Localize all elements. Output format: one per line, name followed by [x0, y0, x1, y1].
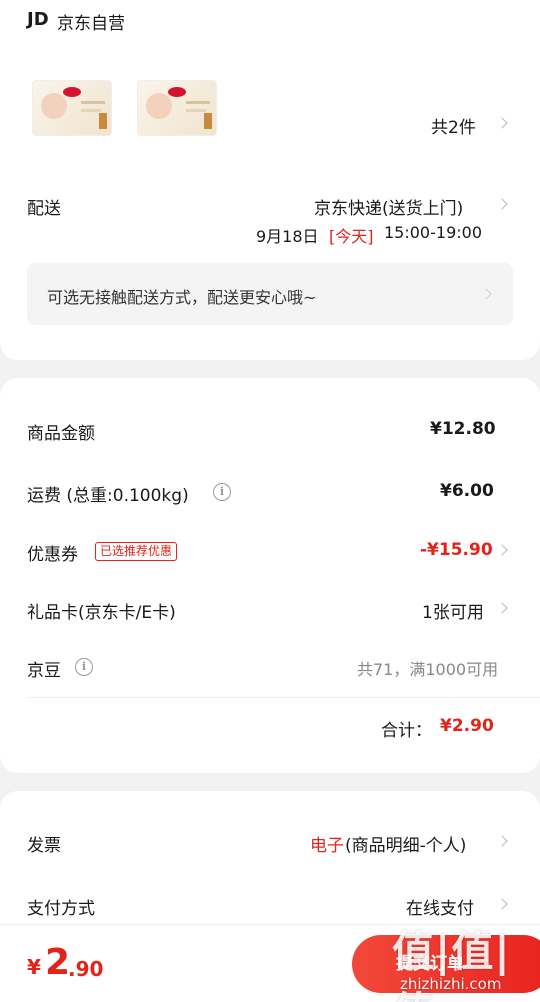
store-name[interactable]: 京东自营 — [57, 9, 125, 34]
jingdou-value: 共71，满1000可用 — [357, 660, 499, 679]
total-label: 合计： — [381, 721, 432, 741]
payment-value[interactable]: 在线支付 — [406, 894, 474, 919]
footer-price-decimal: .90 — [68, 957, 104, 981]
footer-price-integer: 2 — [45, 942, 71, 983]
shipping-value: ¥6.00 — [440, 481, 494, 501]
jd-logo: JD — [27, 9, 49, 30]
invoice-label: 发票 — [27, 836, 61, 856]
gift-card-value[interactable]: 1张可用 — [422, 598, 484, 623]
coupon-value[interactable]: -¥15.90 — [420, 540, 493, 560]
info-icon[interactable]: i — [213, 483, 231, 501]
watermark-url: zhizhizhi.com — [400, 975, 502, 993]
footer-price-symbol: ¥ — [27, 955, 41, 979]
item-count[interactable]: 共2件 — [431, 113, 476, 138]
contactless-notice-text: 可选无接触配送方式，配送更安心哦~ — [47, 288, 317, 307]
invoice-detail[interactable]: (商品明细-个人) — [345, 831, 466, 856]
payment-label: 支付方式 — [27, 899, 95, 919]
total-value: ¥2.90 — [440, 716, 494, 736]
invoice-type[interactable]: 电子 — [310, 831, 344, 856]
coupon-label: 优惠券 — [27, 545, 78, 565]
delivery-time-range: 15:00-19:00 — [384, 223, 482, 242]
goods-amount-label: 商品金额 — [27, 424, 95, 444]
product-thumbnail-1[interactable] — [32, 80, 112, 136]
shipping-label: 运费 (总重:0.100kg) — [27, 486, 189, 506]
product-thumbnail-2[interactable] — [137, 80, 217, 136]
goods-amount-value: ¥12.80 — [430, 419, 496, 439]
summary-divider — [28, 697, 540, 698]
delivery-label: 配送 — [27, 199, 61, 219]
coupon-recommended-badge: 已选推荐优惠 — [95, 542, 178, 561]
jingdou-label: 京豆 — [27, 661, 61, 681]
info-icon[interactable]: i — [75, 658, 93, 676]
delivery-today-tag: [今天] — [329, 227, 374, 246]
delivery-date: 9月18日 — [256, 227, 319, 246]
delivery-method[interactable]: 京东快递(送货上门) — [314, 194, 463, 219]
gift-card-label: 礼品卡(京东卡/E卡) — [27, 603, 176, 623]
